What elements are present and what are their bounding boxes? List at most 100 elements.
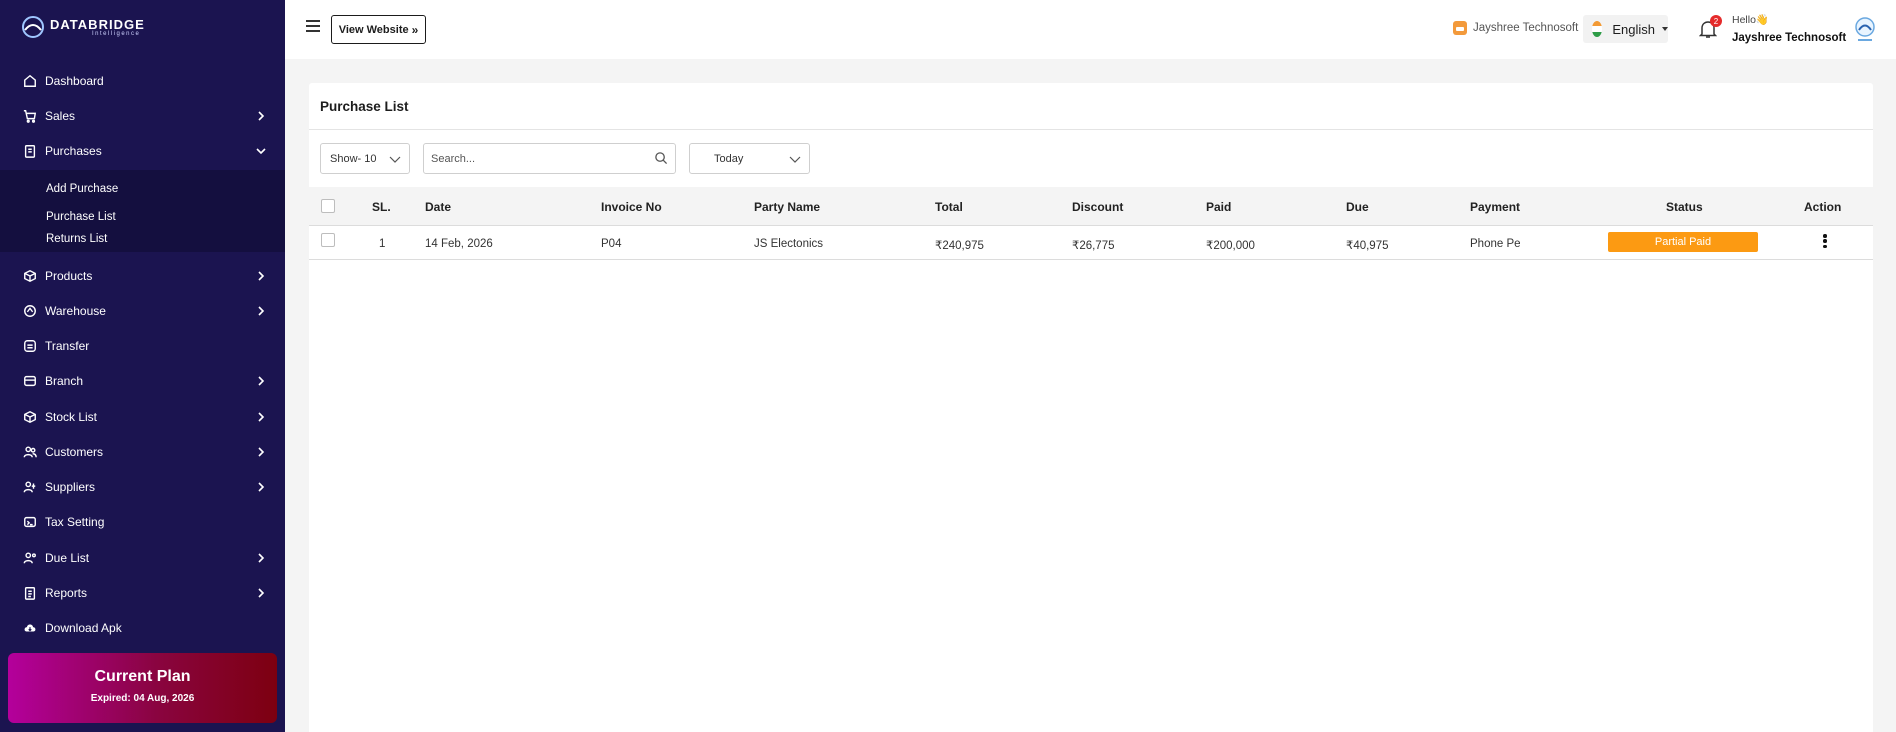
greeting-text: Hello👋 — [1732, 14, 1770, 26]
column-header-total: Total — [935, 200, 963, 214]
brand-logo-icon — [22, 16, 44, 38]
chevron-down-icon — [255, 145, 267, 157]
chevron-right-icon — [255, 446, 267, 458]
cell-paid: ₹200,000 — [1206, 240, 1255, 252]
india-flag-icon — [1592, 21, 1603, 37]
column-header-discount: Discount — [1072, 200, 1124, 214]
page-title: Purchase List — [320, 99, 409, 114]
sidebar-item-label: Products — [45, 269, 93, 283]
brand-logo[interactable]: DATABRIDGE Intelligence — [0, 0, 285, 54]
sidebar-item-label: Tax Setting — [45, 515, 105, 529]
chevron-right-icon — [255, 587, 267, 599]
brand-tagline: Intelligence — [92, 30, 141, 37]
card-divider — [309, 129, 1873, 130]
sidebar-item-tax-setting[interactable]: Tax Setting — [0, 509, 285, 535]
sidebar-item-suppliers[interactable]: Suppliers — [0, 474, 285, 500]
plan-expiry: Expired: 04 Aug, 2026 — [90, 693, 195, 704]
language-label: English — [1612, 21, 1655, 37]
user-name[interactable]: Jayshree Technosoft — [1732, 32, 1846, 44]
sidebar-item-reports[interactable]: Reports — [0, 580, 285, 606]
sidebar-item-label: Purchases — [45, 144, 102, 158]
sidebar-item-stock-list[interactable]: Stock List — [0, 404, 285, 430]
status-badge: Partial Paid — [1608, 232, 1758, 252]
sidebar-item-products[interactable]: Products — [0, 263, 285, 289]
sidebar-item-warehouse[interactable]: Warehouse — [0, 298, 285, 324]
sidebar-item-transfer[interactable]: Transfer — [0, 333, 285, 359]
menu-toggle-icon[interactable] — [306, 20, 320, 32]
column-header-payment: Payment — [1470, 200, 1521, 214]
sidebar-item-label: Reports — [45, 586, 88, 600]
table-row[interactable]: 1 14 Feb, 2026 P04 JS Electonics ₹240,97… — [309, 226, 1873, 260]
caret-down-icon — [1662, 27, 1668, 31]
sidebar-item-purchases[interactable]: Purchases — [0, 138, 285, 164]
due-icon — [22, 551, 37, 566]
sidebar-item-due-list[interactable]: Due List — [0, 545, 285, 571]
sidebar-item-customers[interactable]: Customers — [0, 439, 285, 465]
cell-date: 14 Feb, 2026 — [425, 238, 493, 250]
store-icon — [1453, 21, 1467, 35]
sidebar-item-download-apk[interactable]: Download Apk — [0, 615, 285, 641]
language-selector[interactable]: English — [1583, 15, 1668, 43]
date-filter-select[interactable]: Today — [689, 143, 810, 174]
cell-party: JS Electonics — [754, 238, 824, 250]
cell-total: ₹240,975 — [935, 240, 984, 252]
home-icon — [22, 74, 37, 89]
view-website-button[interactable]: View Website » — [331, 15, 426, 44]
plan-title: Current Plan — [94, 668, 191, 685]
purchases-submenu: Add Purchase Purchase List Returns List — [0, 170, 285, 252]
report-icon — [22, 586, 37, 601]
view-website-label: View Website — [338, 23, 409, 36]
submenu-purchase-list[interactable]: Purchase List — [46, 211, 116, 223]
warehouse-icon — [22, 304, 37, 319]
show-entries-select[interactable]: Show- 10 — [320, 143, 410, 174]
customers-icon — [22, 445, 37, 460]
notification-count-badge: 2 — [1710, 15, 1722, 27]
column-header-status: Status — [1666, 200, 1703, 214]
company-selector[interactable]: Jayshree Technosoft — [1453, 21, 1578, 35]
sidebar-item-branch[interactable]: Branch — [0, 368, 285, 394]
chevron-right-icon — [255, 375, 267, 387]
top-header: View Website » Jayshree Technosoft Engli… — [285, 0, 1896, 59]
cell-payment: Phone Pe — [1470, 238, 1521, 250]
sidebar-item-dashboard[interactable]: Dashboard — [0, 68, 285, 94]
double-chevron-right-icon: » — [411, 22, 419, 37]
column-header-action: Action — [1804, 200, 1842, 214]
more-vertical-icon[interactable] — [1821, 234, 1829, 252]
search-icon[interactable] — [654, 151, 669, 166]
sidebar-item-label: Suppliers — [45, 480, 96, 494]
branch-icon — [22, 374, 37, 389]
submenu-returns-list[interactable]: Returns List — [46, 233, 107, 245]
cart-icon — [22, 109, 37, 124]
chevron-right-icon — [255, 110, 267, 122]
transfer-icon — [22, 339, 37, 354]
box-icon — [22, 269, 37, 284]
sidebar-item-label: Customers — [45, 445, 104, 459]
chevron-down-icon — [789, 153, 801, 165]
sidebar-item-label: Dashboard — [45, 74, 104, 88]
column-header-sl: SL. — [372, 200, 391, 214]
tax-icon — [22, 515, 37, 530]
chevron-right-icon — [255, 552, 267, 564]
chevron-right-icon — [255, 305, 267, 317]
brand-name: DATABRIDGE — [50, 16, 145, 32]
cube-icon — [22, 410, 37, 425]
sidebar-item-label: Download Apk — [45, 621, 122, 635]
avatar[interactable] — [1852, 15, 1878, 43]
cell-invoice: P04 — [601, 238, 622, 250]
sidebar-item-label: Sales — [45, 109, 76, 123]
column-header-date: Date — [425, 200, 452, 214]
date-filter-value: Today — [714, 152, 744, 165]
chevron-right-icon — [255, 270, 267, 282]
show-entries-value: Show- 10 — [330, 152, 377, 165]
column-header-due: Due — [1346, 200, 1369, 214]
search-input[interactable] — [431, 149, 641, 169]
company-name: Jayshree Technosoft — [1473, 22, 1579, 34]
current-plan-card[interactable]: Current Plan Expired: 04 Aug, 2026 — [8, 653, 277, 723]
sidebar-item-label: Due List — [45, 551, 90, 565]
column-header-paid: Paid — [1206, 200, 1232, 214]
row-checkbox[interactable] — [321, 233, 335, 247]
submenu-add-purchase[interactable]: Add Purchase — [46, 183, 118, 195]
sidebar-item-sales[interactable]: Sales — [0, 103, 285, 129]
select-all-checkbox[interactable] — [321, 199, 335, 213]
sidebar-item-label: Warehouse — [45, 304, 106, 318]
